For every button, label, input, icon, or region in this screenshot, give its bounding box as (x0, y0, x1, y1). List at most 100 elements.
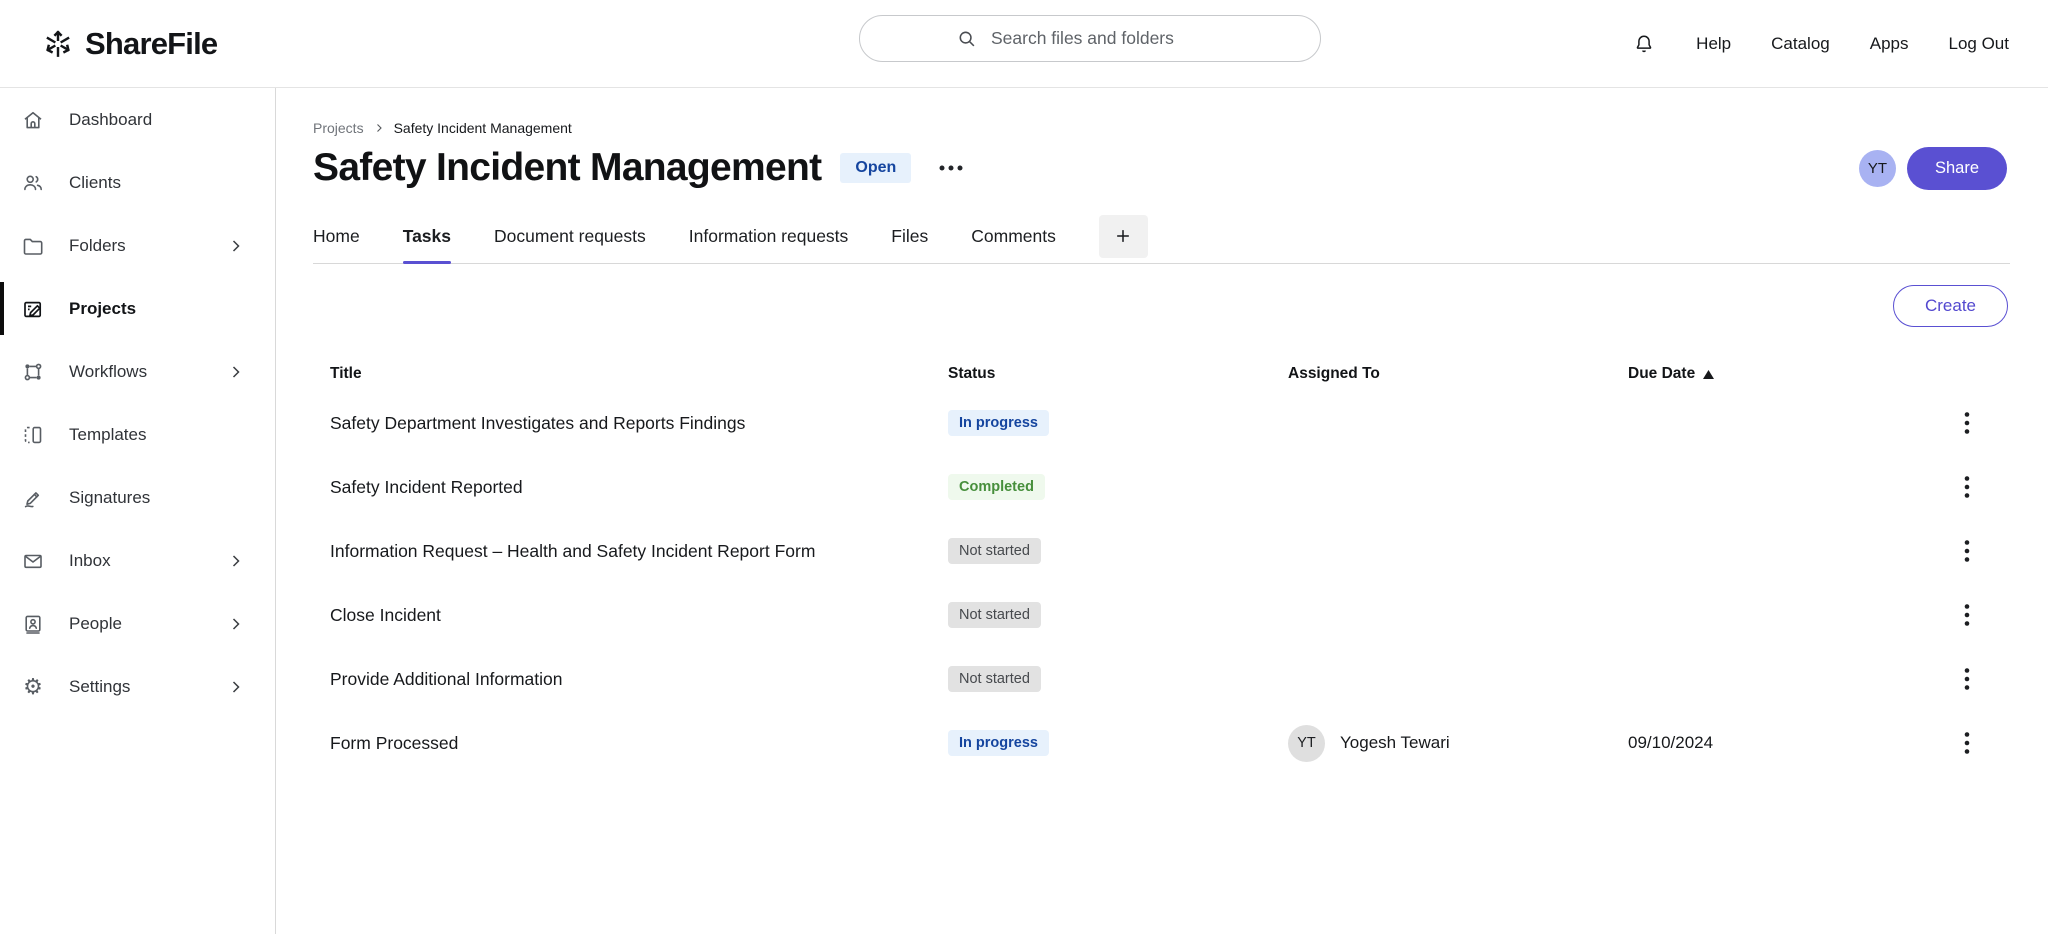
sidebar-item-templates[interactable]: Templates (0, 403, 275, 466)
sidebar-item-workflows[interactable]: Workflows (0, 340, 275, 403)
sharefile-logo-text: ShareFile (85, 26, 217, 62)
notifications-button[interactable] (1632, 32, 1656, 56)
task-title: Form Processed (330, 733, 948, 754)
table-row[interactable]: Safety Incident Reported Completed (313, 455, 2048, 519)
project-more-button[interactable] (938, 164, 964, 172)
column-header-title[interactable]: Title (330, 365, 948, 383)
assignee-avatar: YT (1288, 725, 1325, 762)
add-tab-button[interactable] (1099, 215, 1148, 258)
templates-icon (21, 423, 45, 447)
sidebar-item-label: People (69, 614, 122, 634)
row-menu-button[interactable] (1964, 731, 1970, 755)
plus-icon (1113, 226, 1133, 246)
chevron-right-icon (226, 362, 246, 382)
sidebar-item-projects[interactable]: Projects (0, 277, 275, 340)
ellipsis-horizontal-icon (938, 164, 964, 172)
project-status-badge: Open (840, 153, 911, 183)
sidebar-item-label: Inbox (69, 551, 111, 571)
page-title: Safety Incident Management (313, 146, 821, 190)
task-title: Provide Additional Information (330, 669, 948, 690)
sidebar-item-label: Projects (69, 299, 136, 319)
people-icon (21, 612, 45, 636)
table-row[interactable]: Information Request – Health and Safety … (313, 519, 2048, 583)
chevron-right-icon (226, 551, 246, 571)
table-row[interactable]: Close Incident Not started (313, 583, 2048, 647)
breadcrumb-projects[interactable]: Projects (313, 120, 364, 136)
sidebar-item-label: Signatures (69, 488, 150, 508)
column-header-due-date[interactable]: Due Date (1628, 365, 1964, 383)
folder-icon (21, 234, 45, 258)
user-avatar[interactable]: YT (1859, 150, 1896, 187)
kebab-menu-icon (1964, 539, 1970, 563)
status-badge: Not started (948, 666, 1041, 692)
kebab-menu-icon (1964, 731, 1970, 755)
sidebar: Dashboard Clients Folders (0, 88, 276, 934)
tab-files[interactable]: Files (891, 214, 928, 263)
sidebar-item-settings[interactable]: ⚙ Settings (0, 655, 275, 718)
top-nav: Help Catalog Apps Log Out (1632, 0, 2009, 88)
main-content: Projects Safety Incident Management Safe… (276, 88, 2048, 934)
sidebar-item-label: Templates (69, 425, 146, 445)
nav-catalog[interactable]: Catalog (1771, 34, 1830, 54)
sharefile-logo-icon (40, 26, 76, 62)
column-header-label: Due Date (1628, 365, 1695, 383)
task-title: Information Request – Health and Safety … (330, 541, 948, 562)
status-badge: Completed (948, 474, 1045, 500)
status-badge: In progress (948, 730, 1049, 756)
nav-apps[interactable]: Apps (1870, 34, 1909, 54)
sidebar-item-label: Settings (69, 677, 130, 697)
sort-ascending-icon (1703, 370, 1714, 379)
table-header-row: Title Status Assigned To Due Date (313, 357, 2048, 391)
task-title: Safety Department Investigates and Repor… (330, 413, 948, 434)
row-menu-button[interactable] (1964, 603, 1970, 627)
table-row[interactable]: Provide Additional Information Not start… (313, 647, 2048, 711)
search-icon (956, 28, 978, 50)
row-menu-button[interactable] (1964, 539, 1970, 563)
chevron-right-icon (226, 614, 246, 634)
sidebar-item-clients[interactable]: Clients (0, 151, 275, 214)
tab-home[interactable]: Home (313, 214, 360, 263)
chevron-right-icon (226, 236, 246, 256)
status-badge: In progress (948, 410, 1049, 436)
breadcrumb: Projects Safety Incident Management (313, 120, 2048, 136)
kebab-menu-icon (1964, 411, 1970, 435)
task-title: Close Incident (330, 605, 948, 626)
inbox-icon (21, 549, 45, 573)
column-header-status[interactable]: Status (948, 365, 1288, 383)
nav-logout[interactable]: Log Out (1949, 34, 2010, 54)
bell-icon (1632, 32, 1656, 56)
create-button[interactable]: Create (1893, 285, 2008, 327)
breadcrumb-current: Safety Incident Management (394, 120, 572, 136)
tab-document-requests[interactable]: Document requests (494, 214, 646, 263)
kebab-menu-icon (1964, 603, 1970, 627)
status-badge: Not started (948, 538, 1041, 564)
table-row[interactable]: Form Processed In progress YT Yogesh Tew… (313, 711, 2048, 775)
sidebar-item-label: Workflows (69, 362, 147, 382)
search-input[interactable] (989, 27, 1224, 50)
clients-icon (21, 171, 45, 195)
sidebar-item-inbox[interactable]: Inbox (0, 529, 275, 592)
share-button[interactable]: Share (1907, 147, 2007, 190)
table-row[interactable]: Safety Department Investigates and Repor… (313, 391, 2048, 455)
signature-icon (21, 486, 45, 510)
task-toolbar: Create (313, 285, 2008, 327)
sharefile-logo[interactable]: ShareFile (40, 26, 217, 62)
sidebar-item-folders[interactable]: Folders (0, 214, 275, 277)
tab-information-requests[interactable]: Information requests (689, 214, 849, 263)
sidebar-item-label: Clients (69, 173, 121, 193)
row-menu-button[interactable] (1964, 411, 1970, 435)
breadcrumb-chevron-icon (373, 122, 385, 134)
row-menu-button[interactable] (1964, 667, 1970, 691)
column-header-assigned-to[interactable]: Assigned To (1288, 365, 1628, 383)
workflows-icon (21, 360, 45, 384)
search-bar[interactable] (859, 15, 1321, 62)
row-menu-button[interactable] (1964, 475, 1970, 499)
tabs: Home Tasks Document requests Information… (313, 214, 2010, 264)
sidebar-item-label: Folders (69, 236, 126, 256)
tab-comments[interactable]: Comments (971, 214, 1056, 263)
tab-tasks[interactable]: Tasks (403, 214, 451, 263)
nav-help[interactable]: Help (1696, 34, 1731, 54)
sidebar-item-dashboard[interactable]: Dashboard (0, 88, 275, 151)
sidebar-item-people[interactable]: People (0, 592, 275, 655)
sidebar-item-signatures[interactable]: Signatures (0, 466, 275, 529)
